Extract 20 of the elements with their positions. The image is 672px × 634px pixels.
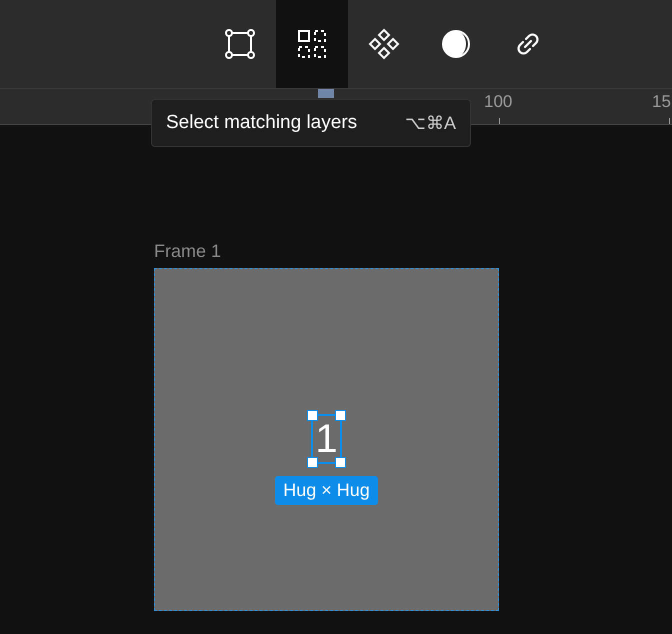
frame-title[interactable]: Frame 1 <box>154 241 672 262</box>
resize-handle[interactable] <box>334 410 346 421</box>
contrast-icon <box>441 29 471 59</box>
shortcut-label: ⌥⌘A <box>404 112 456 134</box>
resize-handle[interactable] <box>307 410 318 421</box>
vector-square-icon <box>225 29 255 59</box>
ruler-label: 100 <box>484 92 512 112</box>
toolbar-button[interactable] <box>276 0 348 88</box>
tooltip-label: Select matching layers <box>166 112 358 134</box>
select-matching-icon <box>297 29 327 59</box>
text-layer[interactable]: 1 <box>315 416 338 462</box>
resize-handle[interactable] <box>307 457 318 468</box>
component-icon <box>368 28 400 60</box>
size-badge: Hug × Hug <box>275 476 378 505</box>
ruler-tick <box>499 118 500 124</box>
frame[interactable]: 1 Hug × Hug <box>154 268 499 611</box>
ruler-selection-marker <box>318 89 334 98</box>
ruler-label: 15 <box>652 92 671 112</box>
resize-handle[interactable] <box>334 457 346 468</box>
ruler-tick <box>669 118 670 124</box>
